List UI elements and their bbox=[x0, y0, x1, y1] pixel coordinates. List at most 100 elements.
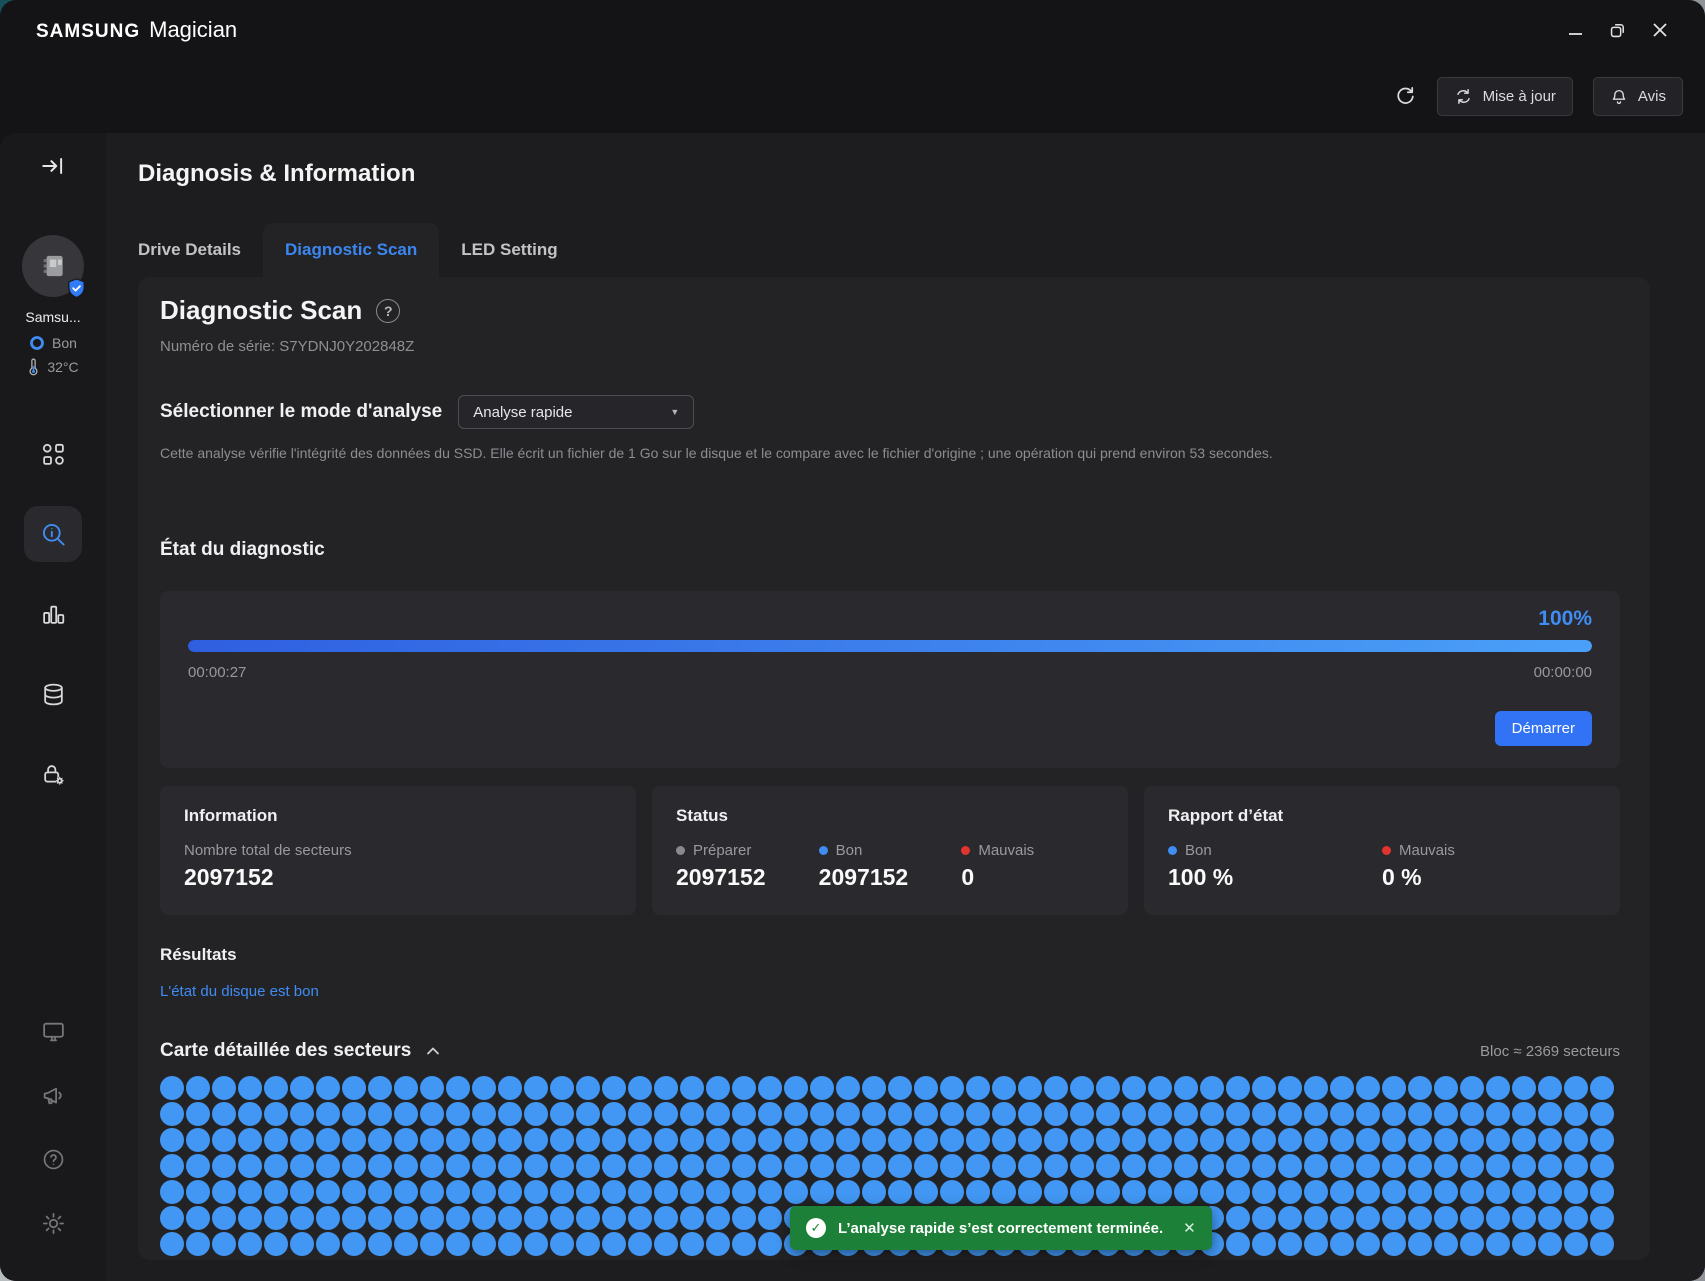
sector-dot bbox=[394, 1102, 418, 1126]
update-button-label: Mise à jour bbox=[1483, 88, 1556, 105]
sector-dot bbox=[602, 1232, 626, 1256]
sidebar-item-announcements[interactable] bbox=[24, 1071, 82, 1119]
sector-dot bbox=[1382, 1180, 1406, 1204]
scan-mode-select[interactable]: Analyse rapide ▼ bbox=[458, 395, 694, 429]
tab-led-setting[interactable]: LED Setting bbox=[439, 223, 579, 277]
sector-dot bbox=[420, 1154, 444, 1178]
refresh-icon[interactable] bbox=[1394, 85, 1417, 108]
sector-dot bbox=[1304, 1180, 1328, 1204]
status-card: Status Préparer 2097152 Bon 2097152 bbox=[652, 786, 1128, 915]
sector-dot bbox=[966, 1102, 990, 1126]
elapsed-time: 00:00:27 bbox=[188, 664, 246, 681]
sector-dot bbox=[212, 1206, 236, 1230]
sector-dot bbox=[1018, 1076, 1042, 1100]
sidebar-item-settings[interactable] bbox=[24, 1199, 82, 1247]
sector-dot bbox=[1382, 1102, 1406, 1126]
sidebar-item-help[interactable] bbox=[24, 1135, 82, 1183]
sector-dot bbox=[160, 1102, 184, 1126]
sidebar-expand-icon[interactable] bbox=[40, 153, 66, 179]
sector-dot bbox=[1148, 1154, 1172, 1178]
results-heading: Résultats bbox=[160, 945, 1620, 965]
sector-dot bbox=[290, 1102, 314, 1126]
bar-chart-icon bbox=[41, 602, 66, 627]
sector-dot bbox=[160, 1128, 184, 1152]
sidebar-item-security[interactable] bbox=[24, 746, 82, 802]
sector-dot bbox=[1200, 1180, 1224, 1204]
sector-dot bbox=[1486, 1180, 1510, 1204]
chevron-up-icon[interactable] bbox=[425, 1043, 441, 1059]
help-icon[interactable]: ? bbox=[376, 299, 400, 323]
sector-dot bbox=[914, 1154, 938, 1178]
sector-dot bbox=[264, 1154, 288, 1178]
sector-dot bbox=[914, 1128, 938, 1152]
sector-dot bbox=[238, 1206, 262, 1230]
action-row: Mise à jour Avis bbox=[0, 60, 1705, 133]
sector-dot bbox=[628, 1232, 652, 1256]
sector-dot bbox=[264, 1206, 288, 1230]
sector-dot bbox=[1512, 1232, 1536, 1256]
sidebar-item-system[interactable] bbox=[24, 1007, 82, 1055]
sector-dot bbox=[524, 1102, 548, 1126]
sector-dot bbox=[1252, 1232, 1276, 1256]
sector-dot bbox=[1512, 1206, 1536, 1230]
sector-dot bbox=[680, 1076, 704, 1100]
sector-dot bbox=[342, 1076, 366, 1100]
tab-diagnostic-scan[interactable]: Diagnostic Scan bbox=[263, 223, 439, 277]
sector-dot bbox=[1564, 1232, 1588, 1256]
sector-dot bbox=[446, 1102, 470, 1126]
close-button[interactable] bbox=[1651, 21, 1669, 39]
red-dot-icon bbox=[961, 846, 970, 855]
sector-dot bbox=[420, 1128, 444, 1152]
sidebar-item-data-management[interactable] bbox=[24, 666, 82, 722]
sector-dot bbox=[758, 1076, 782, 1100]
sector-dot bbox=[836, 1154, 860, 1178]
sector-dot bbox=[524, 1128, 548, 1152]
sector-dot bbox=[1278, 1180, 1302, 1204]
sector-dot bbox=[368, 1102, 392, 1126]
sector-dot bbox=[316, 1102, 340, 1126]
sector-dot bbox=[212, 1154, 236, 1178]
start-button[interactable]: Démarrer bbox=[1495, 711, 1592, 746]
toast-notification: ✓ L’analyse rapide s’est correctement te… bbox=[790, 1206, 1212, 1250]
sector-dot bbox=[1278, 1206, 1302, 1230]
update-button[interactable]: Mise à jour bbox=[1437, 77, 1573, 116]
sector-dot bbox=[1304, 1154, 1328, 1178]
sidebar-item-performance[interactable] bbox=[24, 586, 82, 642]
sector-dot bbox=[446, 1076, 470, 1100]
tab-drive-details[interactable]: Drive Details bbox=[138, 223, 263, 277]
sector-dot bbox=[966, 1180, 990, 1204]
sector-dot bbox=[1252, 1180, 1276, 1204]
sector-dot bbox=[576, 1180, 600, 1204]
sector-dot bbox=[940, 1076, 964, 1100]
sector-dot bbox=[524, 1232, 548, 1256]
notice-button[interactable]: Avis bbox=[1593, 77, 1683, 116]
sector-dot bbox=[1486, 1154, 1510, 1178]
sector-dot bbox=[1382, 1076, 1406, 1100]
sector-dot bbox=[498, 1180, 522, 1204]
sidebar-item-diagnosis[interactable] bbox=[24, 506, 82, 562]
sector-dot bbox=[186, 1232, 210, 1256]
progress-bar-fill bbox=[188, 640, 1592, 652]
sector-dot bbox=[1564, 1180, 1588, 1204]
sector-dot bbox=[1096, 1154, 1120, 1178]
drive-avatar[interactable] bbox=[22, 235, 84, 297]
sidebar-item-dashboard[interactable] bbox=[24, 426, 82, 482]
results-text: L'état du disque est bon bbox=[160, 983, 1620, 1000]
sector-dot bbox=[394, 1180, 418, 1204]
sector-dot bbox=[368, 1232, 392, 1256]
sector-dot bbox=[1122, 1154, 1146, 1178]
sector-dot bbox=[1538, 1206, 1562, 1230]
sector-dot bbox=[1460, 1076, 1484, 1100]
sector-dot bbox=[498, 1102, 522, 1126]
thermometer-icon bbox=[27, 358, 40, 376]
toast-close-icon[interactable]: ✕ bbox=[1183, 1219, 1196, 1237]
sector-dot bbox=[1382, 1232, 1406, 1256]
restore-button[interactable] bbox=[1608, 21, 1627, 40]
sector-dot bbox=[264, 1128, 288, 1152]
sector-dot bbox=[602, 1206, 626, 1230]
sector-dot bbox=[1356, 1128, 1380, 1152]
minimize-button[interactable] bbox=[1567, 22, 1584, 39]
sector-dot bbox=[602, 1154, 626, 1178]
sector-dot bbox=[706, 1102, 730, 1126]
sector-dot bbox=[758, 1206, 782, 1230]
